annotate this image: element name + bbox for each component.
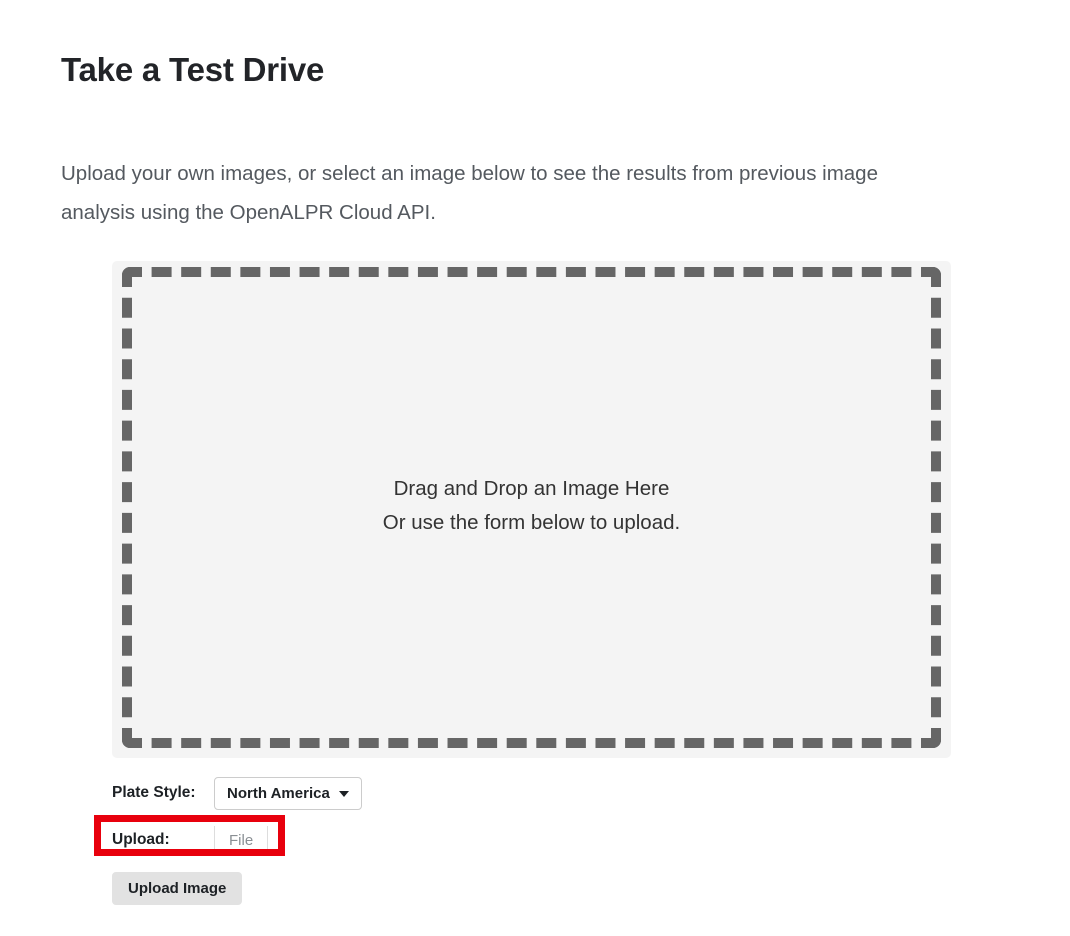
dropzone-line-2: Or use the form below to upload.: [382, 510, 681, 534]
upload-row: Upload: File: [94, 815, 812, 861]
plate-style-dropdown[interactable]: North America: [214, 776, 362, 810]
caret-down-icon: [338, 791, 349, 797]
dropzone-line-1: Drag and Drop an Image Here: [393, 476, 670, 500]
plate-style-row: Plate Style: North America: [112, 772, 812, 814]
submit-row: Upload Image: [112, 872, 812, 905]
image-dropzone[interactable]: Drag and Drop an Image Here Or use the f…: [112, 261, 951, 758]
plate-style-selected-value: North America: [227, 784, 330, 802]
page-title: Take a Test Drive: [61, 51, 325, 88]
upload-label: Upload:: [112, 830, 170, 848]
upload-form: Plate Style: North America Upload: File …: [94, 772, 812, 905]
file-upload-input[interactable]: File: [214, 826, 284, 854]
file-choose-button[interactable]: File: [214, 826, 269, 854]
plate-style-label: Plate Style:: [112, 783, 196, 801]
dropzone-dashed-border[interactable]: Drag and Drop an Image Here Or use the f…: [122, 267, 941, 748]
file-input-filename-area: [268, 826, 284, 854]
dropzone-instructions: Drag and Drop an Image Here Or use the f…: [383, 472, 680, 540]
upload-image-button[interactable]: Upload Image: [112, 872, 243, 905]
intro-paragraph: Upload your own images, or select an ima…: [61, 162, 878, 224]
